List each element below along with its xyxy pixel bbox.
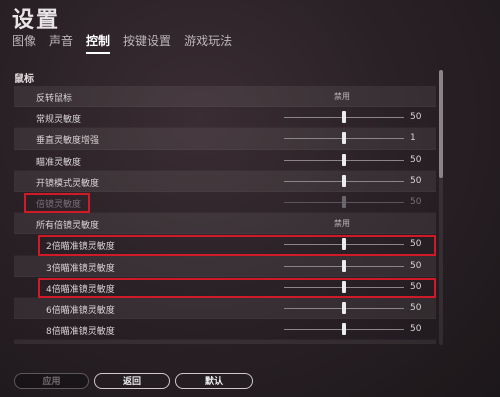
section-title-mouse: 鼠标 [14,74,34,85]
slider-thumb[interactable] [342,111,346,124]
setting-row: 所有倍镜灵敏度 禁用 [14,213,436,235]
slider-value: 50 [410,281,422,292]
scrollbar-thumb[interactable] [439,70,443,178]
setting-row: 垂直灵敏度增强 1 [14,128,436,150]
slider-thumb[interactable] [342,174,346,187]
setting-label: 垂直灵敏度增强 [36,136,100,147]
settings-tabs: 图像 声音 控制 按键设置 游戏玩法 [12,32,232,54]
slider-value: 50 [410,302,422,313]
apply-button[interactable]: 应用 [14,373,89,389]
toggle-status[interactable]: 禁用 [334,218,350,229]
setting-label: 3倍瞄准镜灵敏度 [46,263,115,274]
scrollbar[interactable] [439,70,443,345]
setting-row: 常规灵敏度 50 [14,107,436,128]
setting-row: 6倍瞄准镜灵敏度 50 [14,297,436,320]
tab-graphics[interactable]: 图像 [12,32,36,54]
slider-value: 50 [410,196,422,207]
setting-row: 倍镜灵敏度 50 [14,192,436,213]
settings-list: 反转鼠标 禁用 常规灵敏度 50 垂直灵敏度增强 1 瞄准灵敏度 50 开镜模式灵敏度 50 倍镜灵… [14,86,436,344]
slider-thumb[interactable] [342,153,346,166]
tab-keybindings[interactable]: 按键设置 [123,32,171,54]
setting-row: 瞄准灵敏度 50 [14,150,436,171]
setting-row: 3倍瞄准镜灵敏度 50 [14,255,436,277]
back-button[interactable]: 返回 [94,373,170,389]
page-title: 设置 [12,8,61,33]
slider-thumb[interactable] [342,323,346,336]
slider-thumb[interactable] [342,280,346,293]
setting-row: 2倍瞄准镜灵敏度 50 [14,234,436,255]
setting-label: 瞄准灵敏度 [36,157,82,168]
slider-thumb[interactable] [342,259,346,272]
setting-row: 4倍瞄准镜灵敏度 50 [14,277,436,298]
slider-value: 50 [410,154,422,165]
setting-row: 开镜模式灵敏度 50 [14,170,436,192]
slider-thumb [342,195,346,208]
setting-label: 倍镜灵敏度 [36,199,82,210]
slider-value: 50 [410,112,422,123]
setting-label: 常规灵敏度 [36,115,82,126]
slider-value: 50 [410,260,422,271]
setting-row: 反转鼠标 禁用 [14,86,436,108]
slider-value: 50 [410,324,422,335]
setting-label: 6倍瞄准镜灵敏度 [46,305,115,316]
setting-label: 反转鼠标 [36,94,73,104]
slider-value: 1 [410,133,416,144]
setting-row: 8倍瞄准镜灵敏度 50 [14,319,436,340]
slider-thumb[interactable] [342,238,346,251]
slider-thumb[interactable] [342,301,346,314]
setting-label: 2倍瞄准镜灵敏度 [46,242,115,253]
slider-value: 50 [410,175,422,186]
setting-label: 开镜模式灵敏度 [36,178,100,189]
setting-label: 8倍瞄准镜灵敏度 [46,327,115,338]
setting-label: 所有倍镜灵敏度 [36,221,100,232]
tab-gameplay[interactable]: 游戏玩法 [184,32,232,54]
setting-label: 4倍瞄准镜灵敏度 [46,284,115,295]
slider-value: 50 [410,239,422,250]
setting-row: 15倍瞄准镜灵敏度 [14,340,436,344]
tab-control[interactable]: 控制 [86,32,111,54]
toggle-status[interactable]: 禁用 [334,91,350,102]
slider-thumb[interactable] [342,132,346,145]
default-button[interactable]: 默认 [175,373,253,389]
tab-audio[interactable]: 声音 [49,32,73,54]
